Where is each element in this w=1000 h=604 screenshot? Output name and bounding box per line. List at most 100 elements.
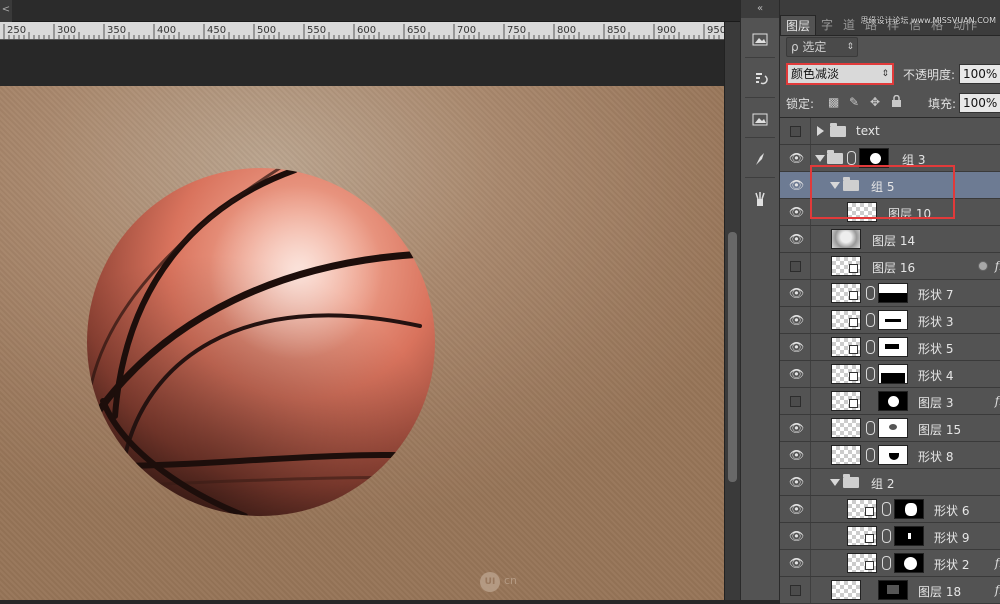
lock-all-icon[interactable] xyxy=(891,94,902,110)
eye-icon[interactable]: 👁 xyxy=(789,449,804,462)
visibility-toggle[interactable]: 👁 xyxy=(780,172,811,198)
visibility-toggle[interactable]: 👁 xyxy=(780,334,811,360)
eye-icon[interactable]: 👁 xyxy=(789,341,804,354)
visibility-off-box[interactable] xyxy=(790,126,801,137)
eye-icon[interactable]: 👁 xyxy=(789,503,804,516)
opacity-field[interactable]: 100% xyxy=(959,64,1000,84)
layer-thumbnail[interactable] xyxy=(831,580,861,600)
layer-row[interactable]: text xyxy=(780,118,1000,145)
layer-row[interactable]: 图层 16 fx xyxy=(780,253,1000,280)
tool-preset-icon[interactable] xyxy=(747,186,773,212)
layer-thumbnail[interactable] xyxy=(831,364,861,384)
layer-thumbnail[interactable] xyxy=(831,418,861,438)
fx-icon[interactable]: fx xyxy=(995,259,1000,273)
vector-mask-thumbnail[interactable] xyxy=(894,499,924,519)
layer-row[interactable]: 👁 图层 14 xyxy=(780,226,1000,253)
layer-thumbnail[interactable] xyxy=(831,229,861,249)
layer-mask-thumbnail[interactable] xyxy=(878,418,908,438)
eye-icon[interactable]: 👁 xyxy=(789,287,804,300)
expand-arrow-icon[interactable] xyxy=(817,126,824,136)
layer-mask-thumbnail[interactable] xyxy=(859,148,889,168)
eye-icon[interactable]: 👁 xyxy=(789,314,804,327)
layer-row[interactable]: 👁 形状 5 xyxy=(780,334,1000,361)
eye-icon[interactable]: 👁 xyxy=(789,530,804,543)
eye-icon[interactable]: 👁 xyxy=(789,368,804,381)
layer-row[interactable]: 👁 形状 6 xyxy=(780,496,1000,523)
layer-mask-thumbnail[interactable] xyxy=(878,391,908,411)
layer-thumbnail[interactable] xyxy=(831,337,861,357)
collapse-arrow-icon[interactable] xyxy=(830,479,840,486)
vector-mask-thumbnail[interactable] xyxy=(894,553,924,573)
visibility-toggle[interactable]: 👁 xyxy=(780,550,811,576)
vector-mask-thumbnail[interactable] xyxy=(878,310,908,330)
visibility-toggle[interactable] xyxy=(780,388,811,414)
horizontal-ruler[interactable]: 250 300 350 400 450 500 550 600 650 700 750 800 850 9… xyxy=(0,22,724,40)
eye-icon[interactable]: 👁 xyxy=(789,422,804,435)
visibility-toggle[interactable]: 👁 xyxy=(780,307,811,333)
eye-icon[interactable]: 👁 xyxy=(789,206,804,219)
eye-icon[interactable]: 👁 xyxy=(789,557,804,570)
eye-icon[interactable]: 👁 xyxy=(789,233,804,246)
visibility-toggle[interactable]: 👁 xyxy=(780,523,811,549)
layer-mask-thumbnail[interactable] xyxy=(878,580,908,600)
visibility-toggle[interactable] xyxy=(780,253,811,279)
image-panel-2-icon[interactable] xyxy=(747,106,773,132)
visibility-toggle[interactable]: 👁 xyxy=(780,199,811,225)
fx-icon[interactable]: fx xyxy=(995,394,1000,408)
visibility-toggle[interactable] xyxy=(780,577,811,603)
visibility-toggle[interactable]: 👁 xyxy=(780,280,811,306)
vector-mask-thumbnail[interactable] xyxy=(878,364,908,384)
visibility-toggle[interactable]: 👁 xyxy=(780,469,811,495)
collapse-arrow-icon[interactable] xyxy=(830,182,840,189)
collapse-arrow-icon[interactable] xyxy=(815,155,825,162)
layer-row[interactable]: 👁 图层 10 xyxy=(780,199,1000,226)
layer-row[interactable]: 👁 组 2 xyxy=(780,469,1000,496)
layer-row[interactable]: 👁 形状 4 xyxy=(780,361,1000,388)
tab-channels[interactable]: 道 xyxy=(838,15,860,35)
scroll-left-arrow-icon[interactable]: < xyxy=(0,0,12,22)
lock-position-icon[interactable]: ✥ xyxy=(870,95,880,109)
layer-row[interactable]: 图层 3 fx xyxy=(780,388,1000,415)
layer-thumbnail[interactable] xyxy=(847,499,877,519)
layer-thumbnail[interactable] xyxy=(847,553,877,573)
visibility-toggle[interactable]: 👁 xyxy=(780,415,811,441)
layer-row[interactable]: 👁 形状 8 xyxy=(780,442,1000,469)
layer-filter-dropdown[interactable]: ρ 选定 ⇕ xyxy=(786,37,858,57)
lock-pixels-icon[interactable]: ✎ xyxy=(849,95,859,109)
fx-icon[interactable]: fx xyxy=(995,583,1000,597)
layer-row-selected[interactable]: 👁 组 5 xyxy=(780,172,1000,199)
layer-thumbnail[interactable] xyxy=(847,526,877,546)
layer-row[interactable]: 👁 形状 3 xyxy=(780,307,1000,334)
layer-thumbnail[interactable] xyxy=(847,202,877,222)
lock-transparency-icon[interactable]: ▩ xyxy=(828,95,839,109)
layer-row[interactable]: 👁 形状 9 xyxy=(780,523,1000,550)
collapse-panels-icon[interactable]: « xyxy=(741,0,779,18)
visibility-off-box[interactable] xyxy=(790,585,801,596)
vector-mask-thumbnail[interactable] xyxy=(894,526,924,546)
visibility-toggle[interactable]: 👁 xyxy=(780,442,811,468)
visibility-toggle[interactable]: 👁 xyxy=(780,496,811,522)
visibility-toggle[interactable] xyxy=(780,118,811,144)
visibility-off-box[interactable] xyxy=(790,396,801,407)
fill-field[interactable]: 100% xyxy=(959,93,1000,113)
history-panel-icon[interactable] xyxy=(747,66,773,92)
layer-thumbnail[interactable] xyxy=(831,283,861,303)
vector-mask-thumbnail[interactable] xyxy=(878,283,908,303)
blend-mode-select[interactable]: 颜色减淡 ⇕ xyxy=(786,63,894,85)
tab-character[interactable]: 字 xyxy=(816,15,838,35)
eye-icon[interactable]: 👁 xyxy=(789,152,804,165)
layer-row[interactable]: 👁 形状 7 xyxy=(780,280,1000,307)
visibility-toggle[interactable]: 👁 xyxy=(780,361,811,387)
eye-icon[interactable]: 👁 xyxy=(789,179,804,192)
scrollbar-thumb[interactable] xyxy=(728,232,737,482)
layer-thumbnail[interactable] xyxy=(831,445,861,465)
layer-row[interactable]: 👁 图层 15 xyxy=(780,415,1000,442)
layer-thumbnail[interactable] xyxy=(831,256,861,276)
canvas-area[interactable]: UI cn xyxy=(0,86,724,600)
visibility-off-box[interactable] xyxy=(790,261,801,272)
layer-thumbnail[interactable] xyxy=(831,391,861,411)
vector-mask-thumbnail[interactable] xyxy=(878,445,908,465)
visibility-toggle[interactable]: 👁 xyxy=(780,226,811,252)
brush-preset-icon[interactable] xyxy=(747,146,773,172)
vector-mask-thumbnail[interactable] xyxy=(878,337,908,357)
